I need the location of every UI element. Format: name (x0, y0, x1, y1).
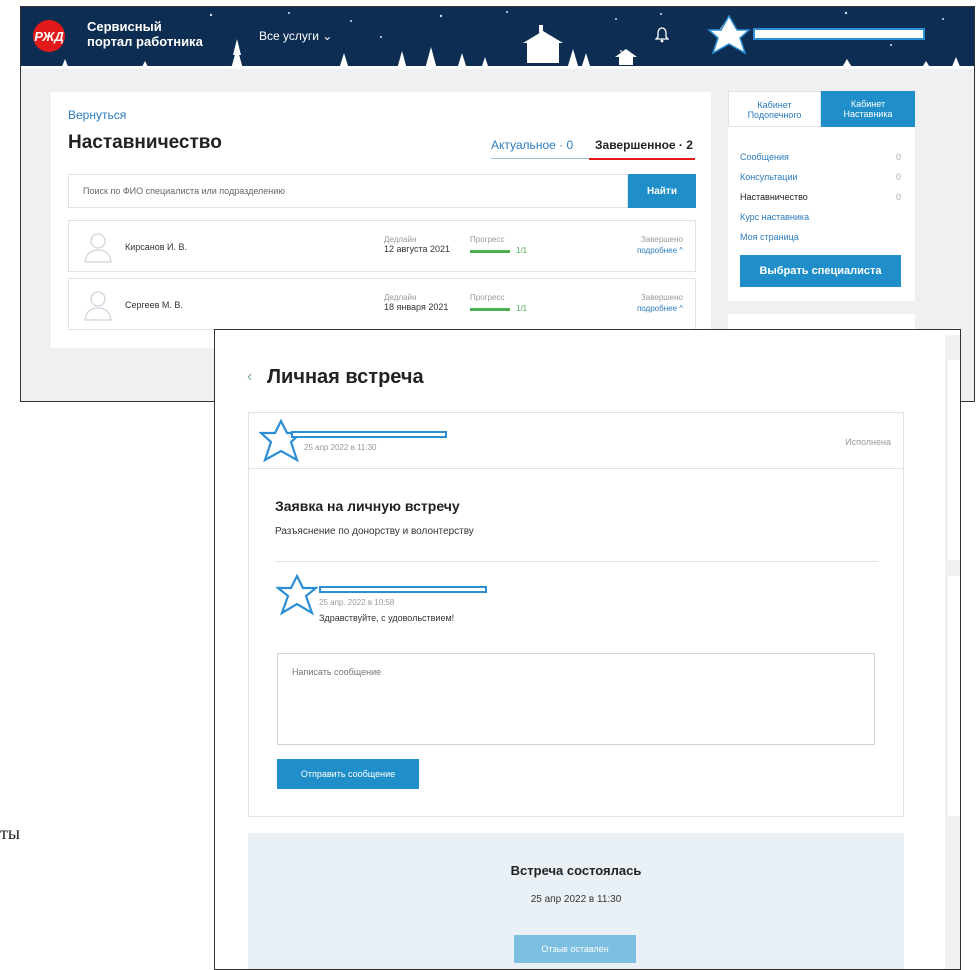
meeting-outcome: Встреча состоялась 25 апр 2022 в 11:30 О… (248, 833, 904, 969)
user-avatar-star-icon[interactable] (707, 13, 751, 57)
message-author-redacted (319, 586, 487, 593)
consultations-count: 0 (895, 172, 901, 182)
portal-title-line1: Сервисный (87, 19, 162, 34)
mentorship-card: Вернуться Наставничество Актуальное · 0 … (51, 92, 711, 348)
meeting-screenshot: ‹ Личная встреча 25 апр 2022 в 11:30 Исп… (214, 329, 961, 970)
request-subtitle: Разъяснение по донорству и волонтерству (275, 526, 474, 537)
progress-bar (470, 250, 510, 253)
meeting-title: Личная встреча (267, 366, 424, 388)
tab-mentor-cabinet[interactable]: Кабинет Наставника (821, 91, 915, 127)
request-title: Заявка на личную встречу (275, 498, 460, 514)
tab-mentee-cabinet[interactable]: Кабинет Подопечного (728, 91, 821, 127)
message-input[interactable] (277, 653, 875, 745)
more-link[interactable]: подробнее ^ (637, 246, 683, 255)
page-title: Наставничество (68, 132, 222, 153)
mentorship-count: 0 (895, 192, 901, 202)
mentee-name: Сергеев М. В. (125, 300, 183, 310)
user-placeholder-icon (84, 233, 112, 263)
user-placeholder-icon (84, 291, 112, 321)
author-avatar-star-icon (259, 418, 303, 463)
choose-specialist-button[interactable]: Выбрать специалиста (740, 255, 901, 287)
deadline-value: 12 августа 2021 (384, 244, 451, 254)
deadline-label: Дедлайн (384, 293, 417, 302)
sidebar-item-my-page[interactable]: Моя страница (740, 232, 799, 242)
author-name-redacted (291, 431, 447, 438)
meeting-date: 25 апр 2022 в 11:30 (304, 443, 377, 452)
sidebar-item-mentorship[interactable]: Наставничество (740, 192, 808, 202)
progress-value: 1/1 (516, 246, 528, 255)
status-label: Завершено (640, 235, 683, 244)
divider (275, 561, 878, 562)
messages-count: 0 (895, 152, 901, 162)
search-input[interactable]: Поиск по ФИО специалиста или подразделен… (68, 174, 628, 208)
portal-header: РЖД Сервисный портал работника Все услуг… (21, 7, 974, 69)
stray-text: ты (0, 823, 20, 843)
tab-mentee-line1: Кабинет (757, 100, 792, 110)
sidebar-item-messages[interactable]: Сообщения (740, 152, 789, 162)
mentee-row[interactable]: Кирсанов И. В. Дедлайн 12 августа 2021 П… (68, 220, 696, 272)
portal-title[interactable]: Сервисный портал работника (87, 19, 203, 49)
tab-mentor-line2: Наставника (843, 109, 893, 119)
sidebar-item-mentor-course[interactable]: Курс наставника (740, 212, 809, 222)
send-message-button[interactable]: Отправить сообщение (277, 759, 419, 789)
tab-mentor-line1: Кабинет (850, 99, 886, 109)
message-date: 25 апр. 2022 в 10:58 (319, 598, 395, 607)
meeting-status: Исполнена (845, 437, 891, 447)
portal-title-line2: портал работника (87, 34, 203, 49)
tab-mentee-line2: Подопечного (747, 110, 802, 120)
back-link[interactable]: Вернуться (68, 108, 126, 122)
tab-completed[interactable]: Завершенное · 2 (589, 138, 695, 160)
feedback-left-button[interactable]: Отзыв оставлен (514, 935, 636, 963)
back-chevron-icon[interactable]: ‹ (247, 368, 252, 386)
progress-value: 1/1 (516, 304, 528, 313)
status-label: Завершено (640, 293, 683, 302)
deadline-value: 18 января 2021 (384, 302, 449, 312)
divider (249, 468, 903, 469)
more-link[interactable]: подробнее ^ (637, 304, 683, 313)
rzd-logo[interactable]: РЖД (33, 20, 65, 52)
search-button[interactable]: Найти (628, 174, 696, 208)
meeting-card: 25 апр 2022 в 11:30 Исполнена Заявка на … (248, 412, 904, 817)
bell-icon[interactable] (655, 27, 669, 43)
deadline-label: Дедлайн (384, 235, 417, 244)
side-strip-card (948, 576, 960, 816)
progress-label: Прогресс (470, 235, 505, 244)
message-text: Здравствуйте, с удовольствием! (319, 613, 455, 623)
all-services-menu[interactable]: Все услуги ⌄ (259, 29, 332, 43)
side-strip-card (948, 360, 960, 560)
outcome-date: 25 апр 2022 в 11:30 (530, 894, 622, 905)
progress-bar (470, 308, 510, 311)
mentee-name: Кирсанов И. В. (125, 242, 188, 252)
tab-current[interactable]: Актуальное · 0 (491, 138, 589, 159)
mentee-row[interactable]: Сергеев М. В. Дедлайн 18 января 2021 Про… (68, 278, 696, 330)
cabinet-panel: Кабинет Подопечного Кабинет Наставника С… (728, 91, 915, 301)
progress-label: Прогресс (470, 293, 505, 302)
user-name-redacted[interactable] (753, 28, 925, 40)
sidebar-item-consultations[interactable]: Консультации (740, 172, 798, 182)
outcome-title: Встреча состоялась (510, 863, 642, 878)
message-author-star-icon (276, 573, 318, 616)
